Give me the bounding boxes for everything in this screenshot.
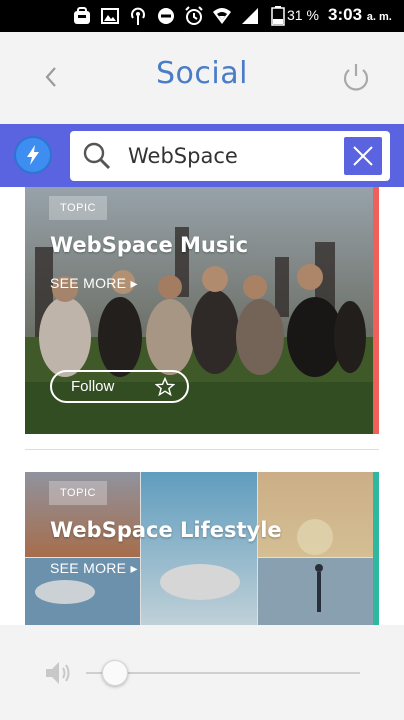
topic-badge: TOPIC (49, 196, 107, 220)
see-more-link[interactable]: SEE MORE ▸ (50, 275, 138, 292)
volume-icon[interactable] (44, 659, 74, 687)
results-list[interactable]: TOPIC WebSpace Music SEE MORE ▸ Follow T… (0, 187, 404, 625)
star-icon (155, 377, 175, 397)
battery-percent: 31 % (287, 7, 319, 23)
follow-button[interactable]: Follow (50, 370, 189, 403)
card-title[interactable]: WebSpace Lifestyle (50, 518, 282, 542)
see-more-link[interactable]: SEE MORE ▸ (50, 560, 138, 577)
image-icon (100, 6, 120, 26)
volume-slider-thumb[interactable] (102, 660, 128, 686)
lightning-bolt-icon (27, 145, 39, 165)
card-divider (25, 449, 379, 450)
power-button[interactable] (338, 60, 374, 96)
wifi-icon (212, 6, 232, 26)
app-header: Social (0, 32, 404, 124)
card-title[interactable]: WebSpace Music (50, 233, 248, 257)
close-icon (353, 146, 373, 166)
status-bar: 31 % 3:03 a. m. (0, 0, 404, 32)
status-icons (72, 4, 288, 28)
topic-card-music[interactable]: TOPIC WebSpace Music SEE MORE ▸ Follow (25, 187, 379, 434)
clear-search-button[interactable] (344, 137, 382, 175)
signal-icon (240, 6, 260, 26)
topic-card-lifestyle[interactable]: TOPIC WebSpace Lifestyle SEE MORE ▸ (25, 472, 379, 625)
search-input[interactable] (128, 139, 338, 173)
power-icon (343, 64, 369, 91)
clock-ampm: a. m. (366, 11, 392, 23)
clock: 3:03 a. m. (328, 5, 392, 25)
bag-icon (72, 6, 92, 26)
battery-icon (268, 6, 288, 26)
do-not-disturb-icon (156, 6, 176, 26)
clock-time: 3:03 (328, 5, 363, 24)
lightning-button[interactable] (14, 136, 52, 174)
search-bar (0, 124, 404, 187)
follow-label: Follow (71, 378, 115, 395)
topic-badge: TOPIC (49, 481, 107, 505)
search-box (70, 131, 390, 181)
hotspot-icon (128, 6, 148, 26)
alarm-icon (184, 6, 204, 26)
search-icon (82, 141, 112, 171)
player-bar (0, 625, 404, 720)
